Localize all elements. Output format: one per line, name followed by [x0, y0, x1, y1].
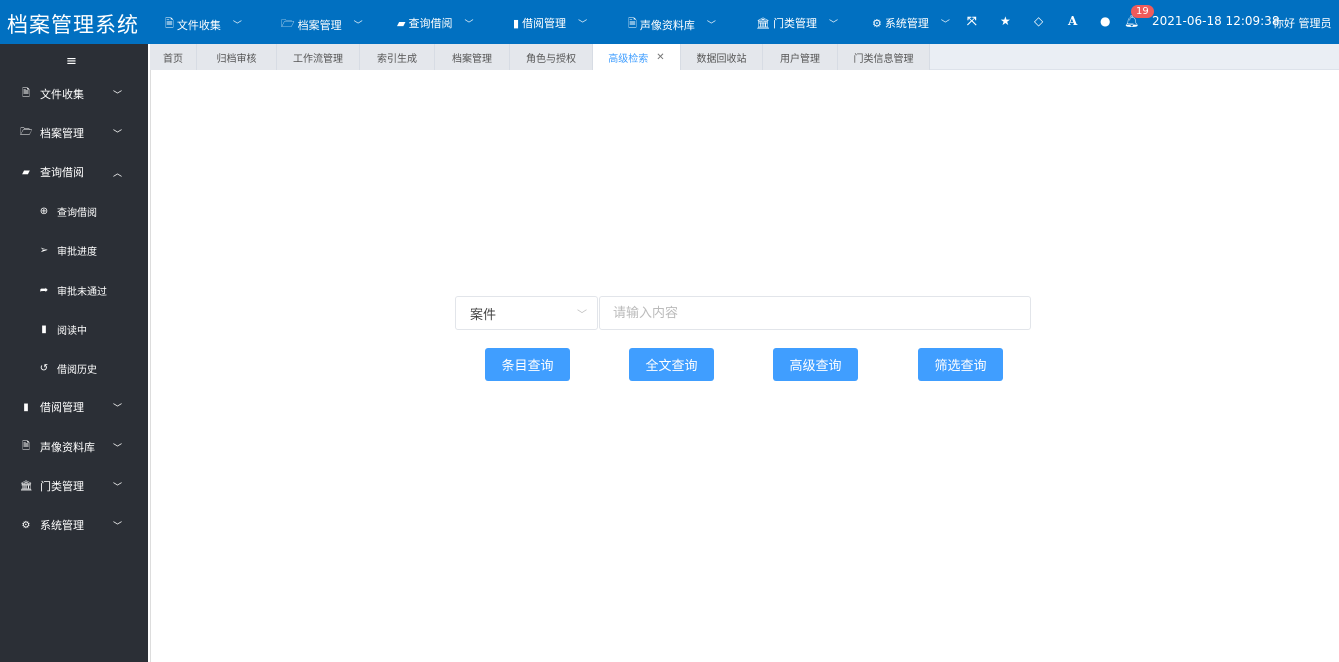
close-icon[interactable]: ✕: [656, 52, 664, 63]
bookmark-icon: ▮: [23, 401, 29, 413]
nav-system[interactable]: ⚙ 系统管理 ﹀: [872, 15, 950, 31]
chevron-down-icon: ﹀: [113, 443, 123, 454]
share-icon: ➦: [39, 284, 49, 296]
chevron-down-icon: ﹀: [940, 19, 950, 30]
bank-icon: 🏛: [756, 16, 770, 30]
tab-roles[interactable]: 角色与授权: [510, 44, 593, 70]
tab-archive-manage[interactable]: 档案管理: [435, 44, 510, 70]
history-icon: ↺: [39, 362, 49, 374]
chevron-down-icon: ﹀: [232, 21, 242, 31]
pdf-file-icon: 🗎: [165, 17, 174, 30]
search-input[interactable]: [599, 296, 1031, 330]
tab-index[interactable]: 索引生成: [360, 44, 435, 70]
filter-query-button[interactable]: 筛选查询: [918, 348, 1003, 381]
chevron-down-icon: ﹀: [577, 309, 587, 321]
sidebar-item-system[interactable]: ⚙ 系统管理 ﹀: [0, 515, 148, 535]
tab-home[interactable]: 首页: [150, 44, 197, 70]
tab-bar: 首页 归档审核 工作流管理 索引生成 档案管理 角色与授权 高级检索 ✕ 数据回收…: [150, 44, 1339, 70]
chevron-down-icon: ﹀: [113, 521, 123, 532]
nav-query[interactable]: ▰ 查询借阅 ﹀: [397, 15, 473, 31]
chevron-down-icon: ﹀: [464, 19, 474, 30]
tab-recycle-bin[interactable]: 数据回收站: [681, 44, 763, 70]
chevron-down-icon: ﹀: [828, 19, 838, 30]
sidebar-item-archive[interactable]: 🗁 档案管理 ﹀: [0, 123, 148, 143]
search-plus-icon: ⊕: [39, 205, 49, 217]
book-icon: ▰: [22, 166, 30, 178]
main-content: [150, 70, 1339, 662]
cogs-icon: ⚙: [21, 519, 31, 531]
tab-advanced-search[interactable]: 高级检索 ✕: [593, 44, 681, 70]
sidebar-subitem-reading[interactable]: ▮ 阅读中: [0, 319, 148, 339]
media-file-icon: 🗎: [21, 440, 31, 452]
folder-open-icon: 🗁: [20, 126, 33, 138]
chevron-down-icon: ﹀: [113, 403, 123, 414]
nav-file-collect[interactable]: 🗎 文件收集 ﹀: [165, 15, 242, 34]
sidebar-item-media[interactable]: 🗎 声像资料库 ﹀: [0, 437, 148, 457]
user-icon[interactable]: ●: [1100, 14, 1110, 28]
chevron-down-icon: ﹀: [113, 90, 123, 101]
menu-toggle-icon[interactable]: ≡: [66, 54, 77, 69]
chevron-down-icon: ﹀: [706, 21, 716, 31]
type-select[interactable]: 案件 ﹀: [455, 296, 598, 330]
entry-query-button[interactable]: 条目查询: [485, 348, 570, 381]
nav-archive[interactable]: 🗁 档案管理 ﹀: [281, 15, 363, 34]
star-icon[interactable]: ★: [1000, 14, 1011, 28]
bookmark-icon: ▮: [41, 323, 47, 335]
diamond-icon[interactable]: ◇: [1034, 14, 1043, 28]
fullscreen-icon[interactable]: ⤧: [967, 14, 977, 29]
bookmark-icon: ▮: [513, 16, 520, 30]
nav-media[interactable]: 🗎 声像资料库 ﹀: [628, 15, 716, 34]
folder-open-icon: 🗁: [281, 17, 295, 30]
fulltext-query-button[interactable]: 全文查询: [629, 348, 714, 381]
chevron-down-icon: ﹀: [578, 19, 588, 30]
nav-borrow[interactable]: ▮ 借阅管理 ﹀: [513, 15, 587, 31]
advanced-query-button[interactable]: 高级查询: [773, 348, 858, 381]
chevron-down-icon: ﹀: [113, 129, 123, 140]
chevron-down-icon: ﹀: [113, 482, 123, 493]
user-greeting[interactable]: 你好 管理员: [1273, 15, 1332, 31]
sidebar-subitem-rejected[interactable]: ➦ 审批未通过: [0, 280, 148, 300]
chevron-up-icon: ︿: [113, 168, 123, 179]
sidebar-subitem-progress[interactable]: ➢ 审批进度: [0, 240, 148, 260]
top-header: 档案管理系统 🗎 文件收集 ﹀ 🗁 档案管理 ﹀ ▰ 查询借阅 ﹀ ▮ 借阅管理 ﹀ 🗎 声像资料…: [0, 0, 1339, 44]
app-logo: 档案管理系统: [7, 13, 139, 37]
sidebar-item-file-collect[interactable]: 🗎 文件收集 ﹀: [0, 84, 148, 104]
cogs-icon: ⚙: [872, 16, 882, 30]
media-file-icon: 🗎: [628, 17, 637, 30]
pdf-file-icon: 🗎: [21, 87, 31, 99]
book-icon: ▰: [397, 16, 406, 30]
sidebar: ≡ 🗎 文件收集 ﹀ 🗁 档案管理 ﹀ ▰ 查询借阅 ︿ ⊕ 查询借阅 ➢ 审批进度 ➦ 审批未通…: [0, 44, 148, 662]
nav-category[interactable]: 🏛 门类管理 ﹀: [756, 15, 838, 31]
tab-archive-review[interactable]: 归档审核: [197, 44, 277, 70]
font-icon[interactable]: A: [1068, 14, 1077, 28]
sidebar-item-borrow[interactable]: ▮ 借阅管理 ﹀: [0, 397, 148, 417]
tab-category-info[interactable]: 门类信息管理: [838, 44, 930, 70]
sidebar-subitem-history[interactable]: ↺ 借阅历史: [0, 358, 148, 378]
paper-plane-icon: ➢: [39, 244, 49, 256]
datetime: 2021-06-18 12:09:38: [1152, 14, 1280, 28]
chevron-down-icon: ﹀: [353, 21, 363, 31]
sidebar-item-query[interactable]: ▰ 查询借阅 ︿: [0, 162, 148, 182]
notification-badge: 19: [1131, 5, 1154, 18]
sidebar-item-category[interactable]: 🏛 门类管理 ﹀: [0, 476, 148, 496]
tab-users[interactable]: 用户管理: [763, 44, 838, 70]
sidebar-subitem-query[interactable]: ⊕ 查询借阅: [0, 201, 148, 221]
tab-workflow[interactable]: 工作流管理: [277, 44, 360, 70]
bank-icon: 🏛: [20, 480, 33, 492]
